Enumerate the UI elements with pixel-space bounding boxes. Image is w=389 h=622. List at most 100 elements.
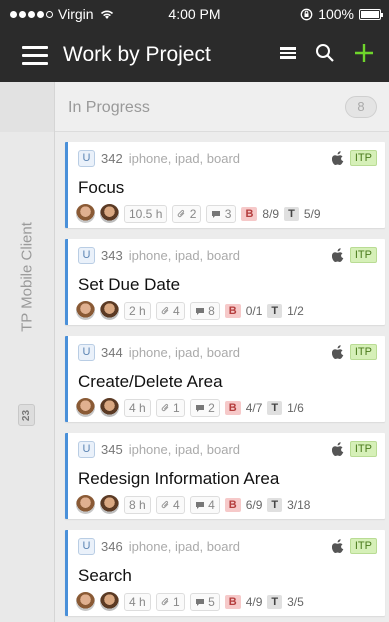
tasks-count: 3/5 <box>287 594 304 609</box>
attachments-count: 2 <box>189 206 197 221</box>
paperclip-icon <box>161 306 169 314</box>
tasks-badge: T <box>267 303 283 318</box>
bugs-count: 6/9 <box>245 497 263 512</box>
card-stats: 2 h 4 8 B 0/1 T 1/2 <box>76 301 304 320</box>
entity-type-badge: U <box>78 344 95 361</box>
comment-icon <box>195 307 204 315</box>
comments-count: 2 <box>208 400 215 415</box>
bugs-badge: B <box>241 206 258 221</box>
column-title: In Progress <box>68 99 150 116</box>
avatar <box>100 592 119 611</box>
state-badge: ITP <box>349 538 377 554</box>
effort-chip: 10.5 h <box>124 204 168 223</box>
effort-chip: 4 h <box>124 398 151 417</box>
comments-chip: 8 <box>189 301 220 320</box>
card-title: Create/Delete Area <box>78 372 223 391</box>
card-tags: iphone, ipad, board <box>128 248 241 263</box>
card-id: 342 <box>101 151 123 166</box>
card-stats: 4 h 1 2 B 4/7 T 1/6 <box>76 398 304 417</box>
entity-type-badge: U <box>78 538 95 555</box>
attachments-chip: 4 <box>155 301 185 320</box>
attachments-count: 4 <box>173 497 180 512</box>
card-list: U 342 iphone, ipad, board ITP Focus 10.5… <box>55 132 389 622</box>
comment-icon <box>195 598 204 606</box>
card-tags: iphone, ipad, board <box>128 539 241 554</box>
add-icon[interactable] <box>353 42 375 64</box>
attachments-count: 1 <box>173 400 180 415</box>
attachments-count: 1 <box>173 594 180 609</box>
avatar <box>76 301 95 320</box>
card-badges: ITP <box>331 538 377 554</box>
user-story-card[interactable]: U 346 iphone, ipad, board ITP Search 4 h… <box>65 530 385 616</box>
search-icon[interactable] <box>315 43 335 63</box>
apple-icon <box>331 345 344 359</box>
card-meta: U 344 iphone, ipad, board <box>78 344 240 361</box>
attachments-count: 4 <box>173 303 180 318</box>
card-id: 343 <box>101 248 123 263</box>
menu-icon[interactable] <box>22 46 48 66</box>
attachments-chip: 2 <box>172 204 202 223</box>
avatar <box>76 204 95 223</box>
card-meta: U 343 iphone, ipad, board <box>78 247 240 264</box>
card-tags: iphone, ipad, board <box>128 345 241 360</box>
bugs-badge: B <box>224 594 241 609</box>
card-badges: ITP <box>331 247 377 263</box>
attachments-chip: 4 <box>155 495 185 514</box>
user-story-card[interactable]: U 344 iphone, ipad, board ITP Create/Del… <box>65 336 385 422</box>
comment-icon <box>212 210 221 218</box>
effort-chip: 8 h <box>124 495 151 514</box>
column-header: In Progress 8 <box>0 82 389 132</box>
user-story-card[interactable]: U 345 iphone, ipad, board ITP Redesign I… <box>65 433 385 519</box>
row-count-badge: 23 <box>18 404 35 426</box>
card-id: 345 <box>101 442 123 457</box>
board-corner <box>0 82 55 132</box>
comments-chip: 5 <box>189 592 220 611</box>
user-story-card[interactable]: U 342 iphone, ipad, board ITP Focus 10.5… <box>65 142 385 228</box>
entity-type-badge: U <box>78 247 95 264</box>
tasks-badge: T <box>284 206 299 221</box>
comment-icon <box>195 501 204 509</box>
avatar <box>100 204 119 223</box>
card-stats: 4 h 1 5 B 4/9 T 3/5 <box>76 592 304 611</box>
comments-chip: 2 <box>189 398 220 417</box>
avatar <box>76 495 95 514</box>
comment-icon <box>195 404 204 412</box>
apple-icon <box>331 539 344 553</box>
comments-count: 8 <box>208 303 215 318</box>
paperclip-icon <box>161 403 169 411</box>
comments-chip: 3 <box>206 204 237 223</box>
battery-percent: 100% <box>318 6 354 22</box>
paperclip-icon <box>161 597 169 605</box>
card-id: 344 <box>101 345 123 360</box>
row-label: TP Mobile Client <box>18 222 36 332</box>
attachments-chip: 1 <box>155 398 185 417</box>
tasks-badge: T <box>267 400 283 415</box>
card-stats: 10.5 h 2 3 B 8/9 T 5/9 <box>76 204 321 223</box>
state-badge: ITP <box>349 247 377 263</box>
card-stats: 8 h 4 4 B 6/9 T 3/18 <box>76 495 310 514</box>
card-badges: ITP <box>331 441 377 457</box>
attachments-chip: 1 <box>155 592 185 611</box>
status-right: 100% <box>300 6 383 22</box>
bugs-badge: B <box>224 497 241 512</box>
nav-bar: Work by Project <box>0 28 389 82</box>
entity-type-badge: U <box>78 150 95 167</box>
paperclip-icon <box>161 500 169 508</box>
tasks-count: 1/6 <box>287 400 304 415</box>
apple-icon <box>331 442 344 456</box>
card-meta: U 346 iphone, ipad, board <box>78 538 240 555</box>
row-header[interactable]: TP Mobile Client 23 <box>0 132 55 622</box>
avatar <box>76 592 95 611</box>
list-view-icon[interactable] <box>279 45 297 61</box>
apple-icon <box>331 248 344 262</box>
avatar <box>100 301 119 320</box>
card-meta: U 342 iphone, ipad, board <box>78 150 240 167</box>
effort-chip: 4 h <box>124 592 151 611</box>
orientation-lock-icon <box>300 8 313 20</box>
column-count-badge: 8 <box>345 96 377 118</box>
bugs-count: 8/9 <box>262 206 280 221</box>
user-story-card[interactable]: U 343 iphone, ipad, board ITP Set Due Da… <box>65 239 385 325</box>
card-title: Redesign Information Area <box>78 469 280 488</box>
card-badges: ITP <box>331 344 377 360</box>
state-badge: ITP <box>349 441 377 457</box>
